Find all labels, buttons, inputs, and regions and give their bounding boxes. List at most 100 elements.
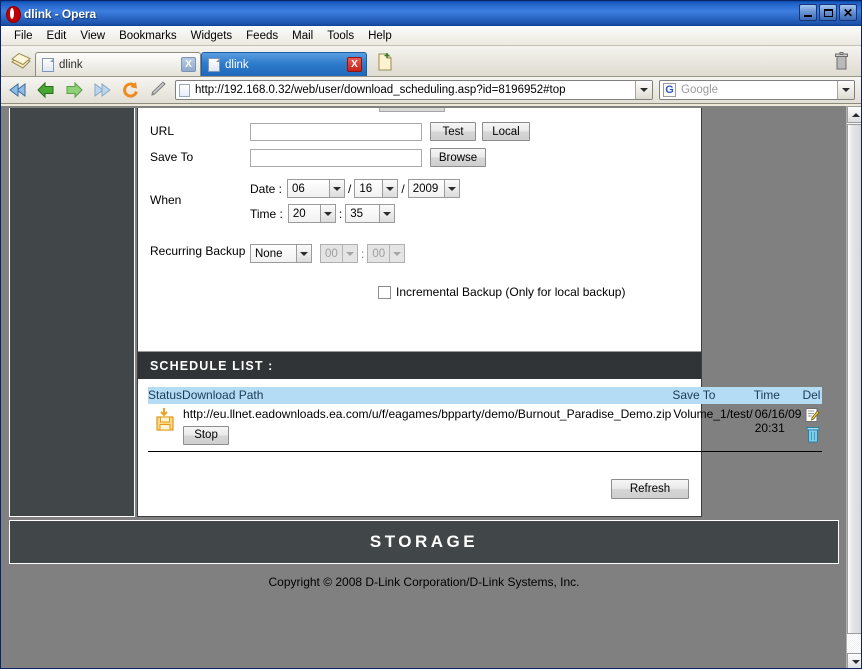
page-icon — [208, 57, 220, 72]
tab-close-icon[interactable]: X — [181, 57, 196, 72]
recurring-frequency-value: None — [255, 247, 283, 260]
fast-forward-icon[interactable] — [91, 79, 113, 101]
menu-item-file[interactable]: File — [7, 28, 40, 44]
refresh-button-wrap: Refresh — [611, 479, 689, 499]
time-minute-select[interactable]: 35 — [345, 204, 396, 223]
menu-item-mail[interactable]: Mail — [285, 28, 320, 44]
tab-dlink-2[interactable]: dlink X — [201, 52, 367, 76]
address-dropdown-icon[interactable] — [635, 81, 652, 99]
trash-icon[interactable] — [806, 426, 820, 446]
back-icon[interactable] — [35, 79, 57, 101]
title-bar: dlink - Opera ✕ — [1, 1, 861, 26]
recurring-minute-select[interactable]: 00 — [367, 244, 406, 263]
test-button[interactable]: Test — [430, 122, 476, 141]
date-day-select[interactable]: 16 — [354, 179, 399, 198]
table-row: http://eu.llnet.eadownloads.ea.com/u/f/e… — [148, 404, 823, 451]
table-body: http://eu.llnet.eadownloads.ea.com/u/f/e… — [148, 404, 823, 451]
address-input[interactable]: http://192.168.0.32/web/user/download_sc… — [175, 80, 653, 100]
column-header-del: Del — [802, 387, 823, 404]
tab-label: dlink — [59, 58, 83, 71]
when-label: When — [150, 193, 182, 207]
search-placeholder: Google — [681, 84, 719, 96]
edit-icon[interactable] — [805, 407, 821, 426]
menu-item-widgets[interactable]: Widgets — [184, 28, 240, 44]
dlink-storage-page: URL Test Local Save To Browse When Date … — [2, 106, 847, 668]
content-panel: URL Test Local Save To Browse When Date … — [137, 108, 823, 517]
scroll-down-button[interactable] — [847, 653, 861, 668]
column-header-status: Status — [148, 387, 183, 404]
recurring-frequency-select[interactable]: None — [250, 244, 312, 263]
address-value: http://192.168.0.32/web/user/download_sc… — [195, 84, 566, 96]
column-header-download-path: Download Path — [182, 387, 673, 404]
trash-icon[interactable] — [831, 50, 851, 72]
menu-item-view[interactable]: View — [73, 28, 112, 44]
maximize-button[interactable] — [819, 4, 837, 21]
download-path-text: http://eu.llnet.eadownloads.ea.com/u/f/e… — [183, 407, 672, 421]
recurring-hour-select[interactable]: 00 — [320, 244, 358, 263]
url-input[interactable] — [250, 122, 422, 141]
stop-button[interactable]: Stop — [183, 425, 230, 445]
recurring-minute-value: 00 — [372, 247, 386, 260]
tab-stack-icon[interactable] — [7, 49, 35, 75]
chevron-down-icon — [382, 180, 398, 197]
scroll-up-button[interactable] — [847, 106, 861, 123]
forward-icon[interactable] — [63, 79, 85, 101]
date-month-value: 06 — [292, 182, 305, 195]
tab-dlink-1[interactable]: dlink X — [35, 52, 201, 76]
menu-item-help[interactable]: Help — [361, 28, 399, 44]
time-hour-select[interactable]: 20 — [287, 204, 336, 223]
storage-banner-text: STORAGE — [369, 532, 479, 551]
date-month-select[interactable]: 06 — [287, 179, 346, 198]
edit-pencil-icon[interactable] — [147, 79, 169, 101]
menu-item-tools[interactable]: Tools — [320, 28, 361, 44]
menu-item-edit[interactable]: Edit — [40, 28, 74, 44]
close-button[interactable]: ✕ — [839, 4, 857, 21]
date-separator-1: / — [348, 181, 352, 196]
save-to-label: Save To — [150, 150, 194, 164]
scrollbar-thumb[interactable] — [847, 124, 861, 634]
minimize-button[interactable] — [799, 4, 817, 21]
page-viewport: URL Test Local Save To Browse When Date … — [1, 106, 861, 668]
tab-label: dlink — [225, 58, 249, 71]
browse-button[interactable]: Browse — [430, 148, 486, 167]
schedule-list-header: SCHEDULE LIST : — [138, 352, 701, 379]
sidebar-nav-panel — [9, 108, 135, 517]
url-label: URL — [150, 124, 175, 138]
window-controls: ✕ — [799, 4, 857, 21]
new-tab-button[interactable] — [373, 49, 397, 75]
page-icon — [42, 57, 54, 72]
tab-close-icon[interactable]: X — [347, 57, 362, 72]
reload-icon[interactable] — [119, 79, 141, 101]
menu-item-feeds[interactable]: Feeds — [239, 28, 285, 44]
column-header-save-to: Save To — [672, 387, 754, 404]
rewind-icon[interactable] — [7, 79, 29, 101]
save-to-input[interactable] — [250, 148, 422, 167]
date-year-select[interactable]: 2009 — [407, 179, 460, 198]
chevron-down-icon — [443, 180, 459, 197]
cell-actions — [802, 404, 822, 451]
search-engine-dropdown-icon[interactable] — [837, 81, 854, 99]
date-day-value: 16 — [359, 182, 373, 195]
time-minute-value: 35 — [350, 207, 364, 220]
search-input[interactable]: G Google — [659, 80, 855, 100]
date-separator-2: / — [401, 181, 405, 196]
download-save-icon — [155, 407, 175, 434]
incremental-backup-row: Incremental Backup (Only for local backu… — [138, 285, 701, 299]
menu-item-bookmarks[interactable]: Bookmarks — [112, 28, 184, 44]
chevron-down-icon — [389, 245, 405, 262]
cell-download-path: http://eu.llnet.eadownloads.ea.com/u/f/e… — [182, 404, 672, 451]
schedule-list-title: SCHEDULE LIST : — [150, 358, 274, 373]
page-scrollbar[interactable] — [846, 106, 861, 668]
refresh-button[interactable]: Refresh — [611, 479, 689, 499]
time-hour-value: 20 — [292, 207, 306, 220]
incremental-backup-checkbox[interactable] — [378, 285, 391, 299]
cell-time: 06/16/09 20:31 — [754, 404, 803, 451]
date-label: Date : — [250, 181, 283, 196]
when-fields: Date : 06 / 16 / 2009 Time: 20: 35 — [250, 179, 460, 223]
cell-status — [148, 404, 182, 451]
chevron-down-icon — [342, 245, 357, 262]
local-button[interactable]: Local — [482, 122, 530, 141]
tab-bar: dlink X dlink X — [1, 46, 861, 77]
copyright-text: Copyright © 2008 D-Link Corporation/D-Li… — [268, 575, 580, 589]
storage-banner: STORAGE — [9, 520, 839, 564]
